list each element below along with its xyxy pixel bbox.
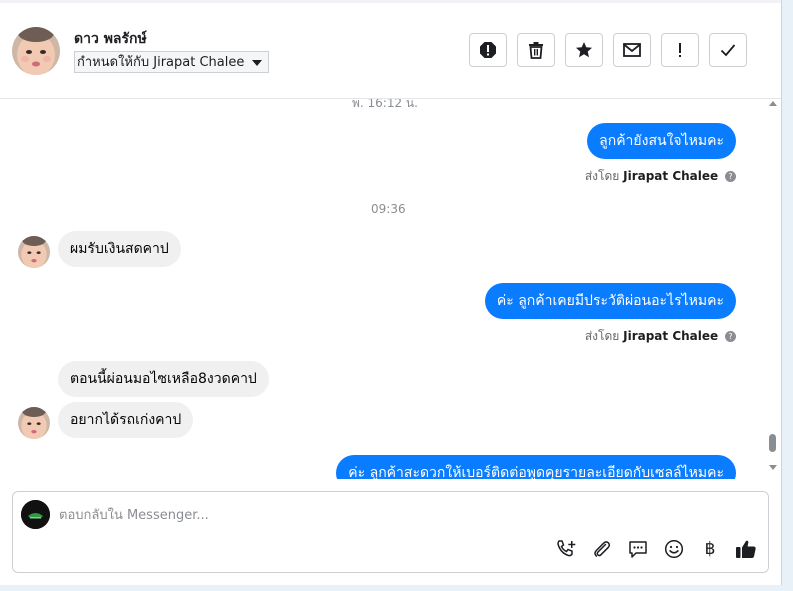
timestamp: พ. 16:12 น.: [352, 99, 418, 110]
envelope-icon: [623, 43, 641, 57]
assign-dropdown[interactable]: กำหนดให้กับ Jirapat Chalee: [74, 51, 270, 73]
reply-composer: ฿: [12, 491, 769, 573]
sent-by-prefix: ส่งโดย: [584, 169, 620, 183]
message-thread[interactable]: พ. 16:12 น. ลูกค้ายังสนใจไหมคะ ส่งโดย Ji…: [0, 99, 766, 479]
sent-by-label: ส่งโดย Jirapat Chalee ?: [585, 167, 736, 186]
call-add-icon: [557, 540, 576, 557]
call-add-button[interactable]: [555, 538, 577, 560]
attachment-icon: [594, 541, 611, 557]
chevron-down-icon: [252, 60, 263, 66]
message-incoming[interactable]: ผมรับเงินสดคาป: [58, 231, 181, 267]
emoji-button[interactable]: [663, 538, 685, 560]
attach-button[interactable]: [591, 538, 613, 560]
contact-name: ดาว พลรักษ์: [74, 31, 147, 47]
emoji-icon: [664, 539, 684, 559]
help-icon[interactable]: ?: [725, 331, 736, 342]
mark-spam-button[interactable]: [469, 33, 507, 67]
help-icon[interactable]: ?: [725, 171, 736, 182]
mark-unread-button[interactable]: [613, 33, 651, 67]
customer-avatar[interactable]: [18, 407, 50, 439]
message-outgoing[interactable]: ค่ะ ลูกค้าเคยมีประวัติผ่อนอะไรไหมคะ: [484, 283, 736, 319]
thread-scrollbar[interactable]: [766, 99, 780, 479]
conversation-header: ดาว พลรักษ์ กำหนดให้กับ Jirapat Chalee: [0, 3, 781, 99]
star-icon: [576, 42, 592, 58]
timestamp: 09:36: [371, 202, 406, 216]
sent-by-prefix: ส่งโดย: [584, 329, 620, 343]
spam-icon: [480, 42, 496, 58]
trash-icon: [529, 42, 543, 59]
sent-by-label: ส่งโดย Jirapat Chalee ?: [585, 327, 736, 346]
delete-button[interactable]: [517, 33, 555, 67]
reply-input[interactable]: [59, 504, 559, 526]
customer-avatar[interactable]: [18, 236, 50, 268]
saved-reply-icon: [629, 540, 647, 558]
check-icon: [720, 44, 736, 57]
follow-up-button[interactable]: [661, 33, 699, 67]
mark-done-button[interactable]: [709, 33, 747, 67]
sent-by-name: Jirapat Chalee: [623, 169, 719, 183]
sent-by-name: Jirapat Chalee: [623, 329, 719, 343]
page-avatar: [21, 500, 50, 529]
scroll-down-arrow-icon[interactable]: [769, 465, 777, 470]
conversation-panel: ดาว พลรักษ์ กำหนดให้กับ Jirapat Chalee พ…: [0, 0, 782, 585]
message-incoming[interactable]: อยากได้รถเก่งคาป: [58, 402, 194, 438]
message-outgoing[interactable]: ลูกค้ายังสนใจไหมคะ: [587, 123, 736, 159]
payment-button[interactable]: ฿: [699, 538, 721, 560]
exclamation-icon: [679, 43, 681, 57]
contact-avatar[interactable]: [12, 27, 60, 75]
saved-reply-button[interactable]: [627, 538, 649, 560]
like-icon: [736, 540, 756, 558]
baht-icon: ฿: [704, 539, 716, 559]
star-button[interactable]: [565, 33, 603, 67]
assign-label: กำหนดให้กับ Jirapat Chalee: [77, 55, 245, 70]
like-button[interactable]: [735, 538, 757, 560]
message-outgoing[interactable]: ค่ะ ลูกค้าสะดวกให้เบอร์ติดต่อพูดคุยรายละ…: [336, 455, 736, 479]
message-incoming[interactable]: ตอนนี้ผ่อนมอไซเหลือ8งวดคาป: [58, 361, 269, 397]
scrollbar-thumb[interactable]: [769, 434, 776, 452]
scroll-up-arrow-icon[interactable]: [769, 101, 777, 106]
